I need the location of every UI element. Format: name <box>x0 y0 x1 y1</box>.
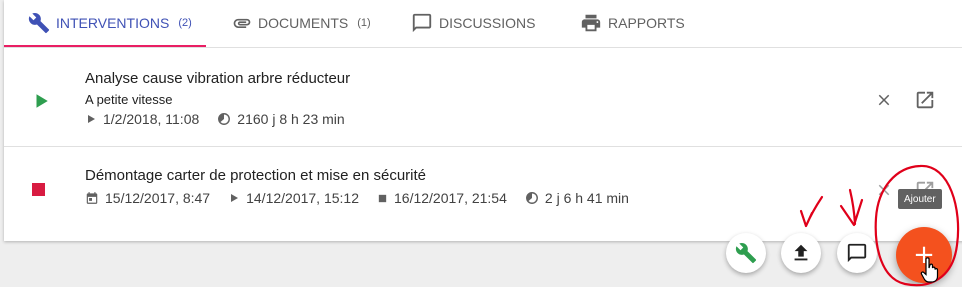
end-datetime: 16/12/2017, 21:54 <box>394 190 507 206</box>
upload-document-button[interactable] <box>781 233 821 273</box>
tab-interventions[interactable]: Interventions (2) <box>28 0 192 46</box>
tab-bar: Interventions (2) Documents (1) Discussion… <box>4 0 962 47</box>
planned-datetime: 15/12/2017, 8:47 <box>105 190 211 206</box>
tab-documents-count: (1) <box>357 17 371 29</box>
tab-documents-label: Documents <box>258 15 349 31</box>
comment-icon <box>847 243 867 263</box>
intervention-title: Démontage carter de protection et mise e… <box>85 167 427 184</box>
tab-rapports-label: Rapports <box>608 15 685 31</box>
duration-icon <box>525 192 538 204</box>
add-intervention-button[interactable] <box>726 233 766 273</box>
start-datetime: 14/12/2017, 15:12 <box>246 190 359 206</box>
paperclip-icon <box>233 18 251 28</box>
tab-discussions-label: Discussions <box>439 15 536 31</box>
tab-documents[interactable]: Documents (1) <box>232 0 371 46</box>
tab-discussions[interactable]: Discussions <box>411 0 535 46</box>
list-item[interactable]: Analyse cause vibration arbre réducteur … <box>4 48 962 146</box>
duration-icon <box>218 113 231 125</box>
add-tooltip: Ajouter <box>898 189 942 209</box>
start-icon <box>88 115 95 123</box>
intervention-title: Analyse cause vibration arbre réducteur <box>85 70 351 87</box>
stop-status-icon <box>32 183 45 196</box>
intervention-subtitle: A petite vitesse <box>85 92 173 107</box>
play-status-icon <box>36 94 48 108</box>
wrench-icon <box>735 243 757 264</box>
comment-icon <box>412 13 432 33</box>
close-icon[interactable] <box>875 91 893 109</box>
upload-icon <box>794 244 808 261</box>
intervention-meta: 1/2/2018, 11:08 2160 j 8 h 23 min <box>85 111 363 127</box>
tab-rapports[interactable]: Rapports <box>580 0 685 46</box>
add-discussion-button[interactable] <box>837 233 877 273</box>
wrench-icon <box>28 13 50 34</box>
start-datetime: 1/2/2018, 11:08 <box>103 111 200 127</box>
duration-value: 2160 j 8 h 23 min <box>237 111 345 127</box>
open-external-icon[interactable] <box>914 89 936 111</box>
list-item[interactable]: Démontage carter de protection et mise e… <box>4 146 962 241</box>
start-icon <box>231 194 239 202</box>
plus-icon: + <box>913 240 935 270</box>
add-button[interactable]: + <box>896 227 952 283</box>
printer-icon <box>581 14 601 32</box>
intervention-meta: 15/12/2017, 8:47 14/12/2017, 15:12 16/12… <box>85 190 647 206</box>
calendar-icon <box>86 192 98 204</box>
stop-icon <box>378 194 387 202</box>
tab-interventions-label: Interventions <box>56 15 170 31</box>
duration-value: 2 j 6 h 41 min <box>544 190 629 206</box>
interventions-card: Interventions (2) Documents (1) Discussion… <box>4 0 962 241</box>
close-icon[interactable] <box>875 181 893 199</box>
tab-interventions-count: (2) <box>178 17 192 29</box>
